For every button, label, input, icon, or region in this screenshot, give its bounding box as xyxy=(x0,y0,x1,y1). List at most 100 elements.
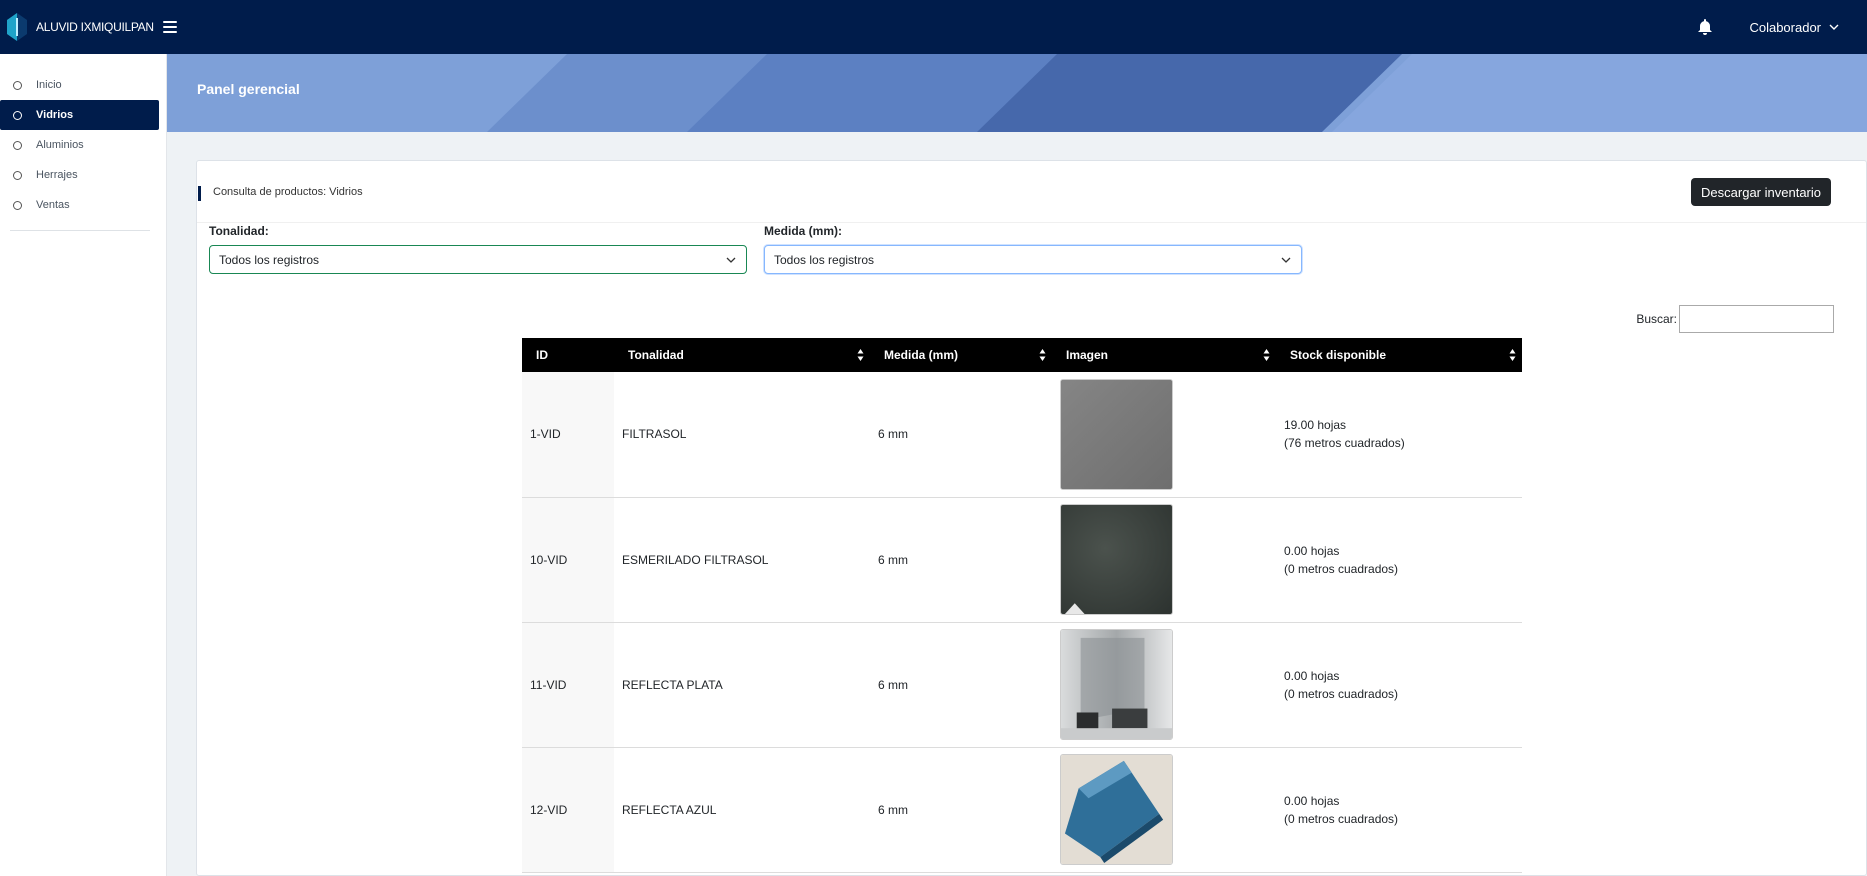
stock-area: (76 metros cuadrados) xyxy=(1284,436,1405,451)
cell-medida: 6 mm xyxy=(870,622,1052,748)
reflecta-azul-glass-image[interactable] xyxy=(1060,754,1173,865)
cell-imagen xyxy=(1052,747,1276,873)
cell-id: 1-VID xyxy=(522,372,614,498)
notifications-bell-icon[interactable] xyxy=(1697,19,1713,35)
cell-id: 10-VID xyxy=(522,497,614,623)
sort-icon xyxy=(857,349,864,361)
products-table: ID Tonalidad Medida (mm) Imagen Stock di… xyxy=(522,338,1522,873)
table-row: 10-VID ESMERILADO FILTRASOL 6 mm 0.00 ho… xyxy=(522,497,1522,623)
sidebar: Inicio Vidrios Aluminios Herrajes Ventas xyxy=(0,54,167,876)
tonalidad-select[interactable]: Todos los registros xyxy=(209,245,747,274)
table-row: 11-VID REFLECTA PLATA 6 mm 0.00 hojas (0… xyxy=(522,622,1522,748)
brand[interactable]: ALUVID IXMIQUILPAN xyxy=(0,0,154,54)
table-row: 12-VID REFLECTA AZUL 6 mm 0.00 hojas (0 … xyxy=(522,747,1522,873)
sort-icon xyxy=(1509,349,1516,361)
sidebar-item-vidrios[interactable]: Vidrios xyxy=(0,100,159,130)
stock-area: (0 metros cuadrados) xyxy=(1284,686,1399,701)
cell-tonalidad: REFLECTA PLATA xyxy=(614,622,870,748)
column-header-imagen[interactable]: Imagen xyxy=(1052,338,1276,372)
column-header-label: Imagen xyxy=(1066,348,1109,362)
brand-logo-icon xyxy=(7,13,27,41)
header-accent xyxy=(198,186,201,201)
cell-tonalidad: REFLECTA AZUL xyxy=(614,747,870,873)
column-header-id[interactable]: ID xyxy=(522,338,614,372)
products-card: Consulta de productos: Vidrios Descargar… xyxy=(196,160,1867,876)
table-search: Buscar: xyxy=(1636,305,1834,333)
card-header: Consulta de productos: Vidrios Descargar… xyxy=(197,161,1866,223)
cell-imagen xyxy=(1052,497,1276,623)
table-row: 1-VID FILTRASOL 6 mm 19.00 hojas (76 met… xyxy=(522,372,1522,498)
stock-sheets: 19.00 hojas xyxy=(1284,418,1347,433)
products-table-wrapper: ID Tonalidad Medida (mm) Imagen Stock di… xyxy=(522,338,1522,873)
column-header-stock[interactable]: Stock disponible xyxy=(1276,338,1522,372)
sidebar-item-label: Aluminios xyxy=(36,139,84,151)
page-title: Panel gerencial xyxy=(197,81,300,97)
cell-id: 11-VID xyxy=(522,622,614,748)
medida-label: Medida (mm): xyxy=(764,224,842,238)
esmerilado-glass-image[interactable] xyxy=(1060,504,1173,615)
stock-area: (0 metros cuadrados) xyxy=(1284,561,1399,576)
medida-filter: Medida (mm): Todos los registros xyxy=(764,223,1302,274)
sort-icon xyxy=(1039,349,1046,361)
column-header-label: Medida (mm) xyxy=(884,348,959,362)
sidebar-item-ventas[interactable]: Ventas xyxy=(0,190,159,220)
top-navbar: ALUVID IXMIQUILPAN Colaborador xyxy=(0,0,1867,54)
circle-icon xyxy=(13,170,22,180)
search-input[interactable] xyxy=(1679,305,1834,333)
sidebar-item-label: Inicio xyxy=(36,79,62,91)
chevron-down-icon xyxy=(726,257,736,263)
sidebar-item-aluminios[interactable]: Aluminios xyxy=(0,130,159,160)
medida-select[interactable]: Todos los registros xyxy=(764,245,1302,274)
circle-icon xyxy=(13,200,22,210)
tonalidad-filter: Tonalidad: Todos los registros xyxy=(209,223,747,274)
cell-imagen xyxy=(1052,622,1276,748)
sidebar-item-label: Ventas xyxy=(36,199,70,211)
column-header-label: ID xyxy=(536,348,548,362)
user-menu[interactable]: Colaborador xyxy=(1749,20,1839,35)
sidebar-item-inicio[interactable]: Inicio xyxy=(0,70,159,100)
chevron-down-icon xyxy=(1829,24,1839,30)
stock-sheets: 0.00 hojas xyxy=(1284,668,1340,683)
page-banner: Panel gerencial xyxy=(167,54,1867,132)
stock-sheets: 0.00 hojas xyxy=(1284,793,1340,808)
cell-medida: 6 mm xyxy=(870,747,1052,873)
cell-stock: 19.00 hojas (76 metros cuadrados) xyxy=(1276,372,1522,498)
cell-id: 12-VID xyxy=(522,747,614,873)
stock-area: (0 metros cuadrados) xyxy=(1284,811,1399,826)
cell-medida: 6 mm xyxy=(870,497,1052,623)
card-title: Consulta de productos: Vidrios xyxy=(213,186,363,198)
column-header-medida[interactable]: Medida (mm) xyxy=(870,338,1052,372)
cell-tonalidad: ESMERILADO FILTRASOL xyxy=(614,497,870,623)
circle-icon xyxy=(13,80,22,90)
sidebar-item-label: Vidrios xyxy=(36,109,74,121)
cell-stock: 0.00 hojas (0 metros cuadrados) xyxy=(1276,497,1522,623)
user-label: Colaborador xyxy=(1749,19,1821,35)
column-header-label: Stock disponible xyxy=(1290,348,1387,362)
column-header-tonalidad[interactable]: Tonalidad xyxy=(614,338,870,372)
table-header-row: ID Tonalidad Medida (mm) Imagen Stock di… xyxy=(522,338,1522,372)
search-label: Buscar: xyxy=(1636,312,1677,326)
cell-stock: 0.00 hojas (0 metros cuadrados) xyxy=(1276,622,1522,748)
chevron-down-icon xyxy=(1281,257,1291,263)
sort-icon xyxy=(1263,349,1270,361)
brand-name: ALUVID IXMIQUILPAN xyxy=(36,20,154,34)
cell-medida: 6 mm xyxy=(870,372,1052,498)
circle-icon xyxy=(13,140,22,150)
banner-decoration xyxy=(487,54,1867,132)
reflecta-plata-glass-image[interactable] xyxy=(1060,629,1173,740)
circle-icon xyxy=(13,110,22,120)
filtrasol-glass-image[interactable] xyxy=(1060,378,1173,490)
column-header-label: Tonalidad xyxy=(628,348,684,362)
menu-toggle-icon[interactable] xyxy=(162,21,177,33)
sidebar-item-herrajes[interactable]: Herrajes xyxy=(0,160,159,190)
medida-select-value: Todos los registros xyxy=(774,252,875,267)
download-inventory-button[interactable]: Descargar inventario xyxy=(1691,178,1831,206)
sidebar-divider xyxy=(10,230,150,231)
sidebar-item-label: Herrajes xyxy=(36,169,78,181)
cell-stock: 0.00 hojas (0 metros cuadrados) xyxy=(1276,747,1522,873)
cell-imagen xyxy=(1052,372,1276,498)
cell-tonalidad: FILTRASOL xyxy=(614,372,870,498)
stock-sheets: 0.00 hojas xyxy=(1284,543,1340,558)
tonalidad-select-value: Todos los registros xyxy=(219,252,320,267)
tonalidad-label: Tonalidad: xyxy=(209,224,269,238)
